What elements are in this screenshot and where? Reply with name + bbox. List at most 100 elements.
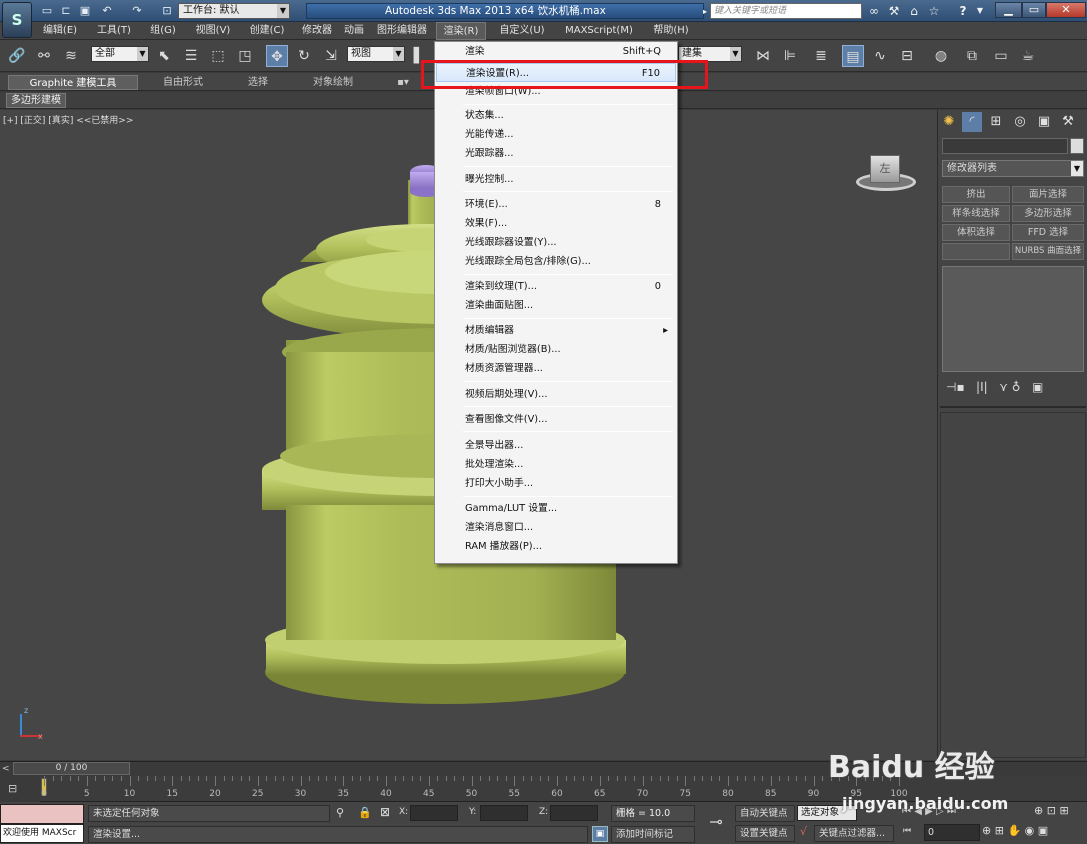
select-by-name-icon[interactable]: ☰ — [180, 45, 202, 67]
modifier-stack[interactable] — [942, 266, 1084, 372]
material-editor-icon[interactable]: ◍ — [930, 45, 952, 67]
menu-item-batch-render[interactable]: 批处理渲染... — [436, 455, 676, 474]
tab-selection[interactable]: 选择 — [230, 75, 286, 90]
select-and-rotate-icon[interactable]: ↻ — [293, 45, 315, 67]
absolute-mode-icon[interactable]: ⊠ — [380, 805, 390, 819]
select-and-move-icon[interactable]: ✥ — [266, 45, 288, 67]
schematic-view-icon[interactable]: ⊟ — [896, 45, 918, 67]
help-icon[interactable]: ? — [955, 3, 971, 19]
project-folder-icon[interactable]: ⊡ — [160, 4, 174, 17]
align-icon[interactable]: ⊫ — [779, 45, 801, 67]
render-production-icon[interactable]: ☕ — [1017, 45, 1039, 67]
menu-graph-editors[interactable]: 图形编辑器 — [372, 22, 432, 40]
subscription-icon[interactable]: ⚒ — [886, 3, 902, 19]
menu-item-material-explorer[interactable]: 材质资源管理器... — [436, 359, 676, 378]
help-chevron-icon[interactable]: ▼ — [972, 3, 988, 19]
auto-key-button[interactable]: 自动关键点 — [735, 805, 795, 822]
select-object-icon[interactable]: ⬉ — [153, 45, 175, 67]
time-slider-thumb[interactable]: 0 / 100 — [13, 762, 130, 775]
zoom-extents-icon[interactable]: ⊕ — [982, 824, 991, 837]
maximize-icon[interactable]: ▭ — [1022, 2, 1046, 18]
current-frame-field[interactable]: 0 — [924, 824, 980, 841]
window-crossing-icon[interactable]: ◳ — [234, 45, 256, 67]
modifier-nurbs-select-button[interactable]: NURBS 曲面选择 — [1012, 243, 1084, 260]
menu-customize[interactable]: 自定义(U) — [494, 22, 550, 40]
orbit-icon[interactable]: ◉ — [1025, 824, 1035, 837]
tab-object-paint[interactable]: 对象绘制 — [296, 75, 370, 90]
menu-item-exposure-control[interactable]: 曝光控制... — [436, 170, 676, 189]
configure-sets-icon[interactable]: ▣ — [1032, 380, 1043, 394]
viewcube-face[interactable]: 左 — [870, 155, 900, 183]
maximize-viewport-icon[interactable]: ▣ — [1038, 824, 1048, 837]
motion-panel-icon[interactable]: ◎ — [1010, 112, 1030, 132]
new-file-icon[interactable]: ▭ — [40, 4, 54, 17]
lock-selection-icon[interactable]: ⚲ — [336, 806, 344, 819]
layer-manager-icon[interactable]: ≣ — [810, 45, 832, 67]
menu-item-ram-player[interactable]: RAM 播放器(P)... — [436, 537, 676, 556]
menu-item-state-sets[interactable]: 状态集... — [436, 106, 676, 125]
object-color-swatch[interactable] — [1070, 138, 1084, 154]
prev-frame-icon[interactable]: < — [2, 764, 10, 774]
display-panel-icon[interactable]: ▣ — [1034, 112, 1054, 132]
menu-item-raytrace-exclude[interactable]: 光线跟踪全局包含/排除(G)... — [436, 252, 676, 271]
polygon-modeling-tab[interactable]: 多边形建模 — [6, 93, 66, 108]
workspace-dropdown[interactable]: 工作台: 默认 ▼ — [178, 3, 290, 19]
menu-item-raytracer-settings[interactable]: 光线跟踪器设置(Y)... — [436, 233, 676, 252]
minimize-icon[interactable]: ▁ — [995, 2, 1022, 18]
viewcube[interactable]: 左 — [854, 155, 918, 195]
hierarchy-panel-icon[interactable]: ⊞ — [986, 112, 1006, 132]
menu-item-gamma-lut[interactable]: Gamma/LUT 设置... — [436, 499, 676, 518]
menu-item-material-editor[interactable]: 材质编辑器 ▸ — [436, 321, 676, 340]
redo-icon[interactable]: ↷ — [130, 4, 144, 17]
key-icon[interactable]: ⊸ — [700, 812, 732, 836]
object-name-field[interactable] — [942, 138, 1068, 154]
menu-item-light-tracer[interactable]: 光跟踪器... — [436, 144, 676, 163]
favorites-star-icon[interactable]: ☆ — [926, 3, 942, 19]
set-key-button[interactable]: 设置关键点 — [735, 825, 795, 842]
menu-group[interactable]: 组(G) — [145, 22, 181, 40]
tab-graphite-modeling[interactable]: Graphite 建模工具 — [8, 75, 138, 90]
unlink-icon[interactable]: ⚯ — [33, 45, 55, 67]
modifier-spline-select-button[interactable]: 样条线选择 — [942, 205, 1010, 222]
app-logo[interactable]: S — [2, 2, 32, 38]
link-icon[interactable]: 🔗 — [6, 45, 28, 67]
menu-create[interactable]: 创建(C) — [246, 22, 288, 40]
region-zoom-icon[interactable]: ⊞ — [1059, 804, 1068, 817]
menu-item-render[interactable]: 渲染 Shift+Q — [436, 42, 676, 61]
zoom-all-icon[interactable]: ⊞ — [995, 824, 1004, 837]
x-coordinate-field[interactable] — [410, 805, 458, 821]
curve-editor-icon[interactable]: ∿ — [869, 45, 891, 67]
modifier-poly-select-button[interactable]: 多边形选择 — [1012, 205, 1084, 222]
selection-lock-toggle-icon[interactable]: 🔒 — [358, 806, 372, 819]
pin-stack-icon[interactable]: ⊣▪ — [946, 380, 965, 394]
maxscript-listener-input[interactable]: 欢迎使用 MAXScr — [0, 824, 84, 843]
undo-icon[interactable]: ↶ — [100, 4, 114, 17]
menu-item-print-size-assistant[interactable]: 打印大小助手... — [436, 474, 676, 493]
render-setup-icon[interactable]: ⧉ — [961, 45, 983, 67]
ribbon-options-icon[interactable]: ▪▾ — [390, 75, 416, 90]
menu-item-video-post[interactable]: 视频后期处理(V)... — [436, 385, 676, 404]
modifier-patch-select-button[interactable]: 面片选择 — [1012, 186, 1084, 203]
menu-item-radiosity[interactable]: 光能传递... — [436, 125, 676, 144]
time-tag-icon[interactable]: ▣ — [592, 826, 608, 842]
graphite-toggle-icon[interactable]: ▤ — [842, 45, 864, 67]
reference-coordinate-dropdown[interactable]: 视图 ▼ — [347, 46, 405, 62]
menu-edit[interactable]: 编辑(E) — [38, 22, 82, 40]
menu-rendering[interactable]: 渲染(R) — [436, 22, 486, 40]
add-time-tag[interactable]: 添加时间标记 — [611, 826, 695, 843]
menu-item-render-message-window[interactable]: 渲染消息窗口... — [436, 518, 676, 537]
select-and-scale-icon[interactable]: ⇲ — [320, 45, 342, 67]
create-panel-icon[interactable]: ✺ — [939, 112, 959, 132]
field-of-view-icon[interactable]: ⊡ — [1047, 804, 1056, 817]
time-config-icon[interactable]: ⏮ — [903, 826, 911, 836]
rectangular-selection-icon[interactable]: ⬚ — [207, 45, 229, 67]
modifier-list-dropdown[interactable]: 修改器列表 ▼ — [942, 160, 1084, 177]
make-unique-icon[interactable]: ⋎ — [999, 380, 1008, 394]
expand-arrow-icon[interactable]: ▸ — [703, 7, 707, 16]
z-coordinate-field[interactable] — [550, 805, 598, 821]
menu-modifiers[interactable]: 修改器 — [298, 22, 336, 40]
utilities-panel-icon[interactable]: ⚒ — [1058, 112, 1078, 132]
modify-panel-icon[interactable]: ◜ — [962, 112, 982, 132]
menu-item-panorama-exporter[interactable]: 全景导出器... — [436, 436, 676, 455]
save-file-icon[interactable]: ▣ — [78, 4, 92, 17]
